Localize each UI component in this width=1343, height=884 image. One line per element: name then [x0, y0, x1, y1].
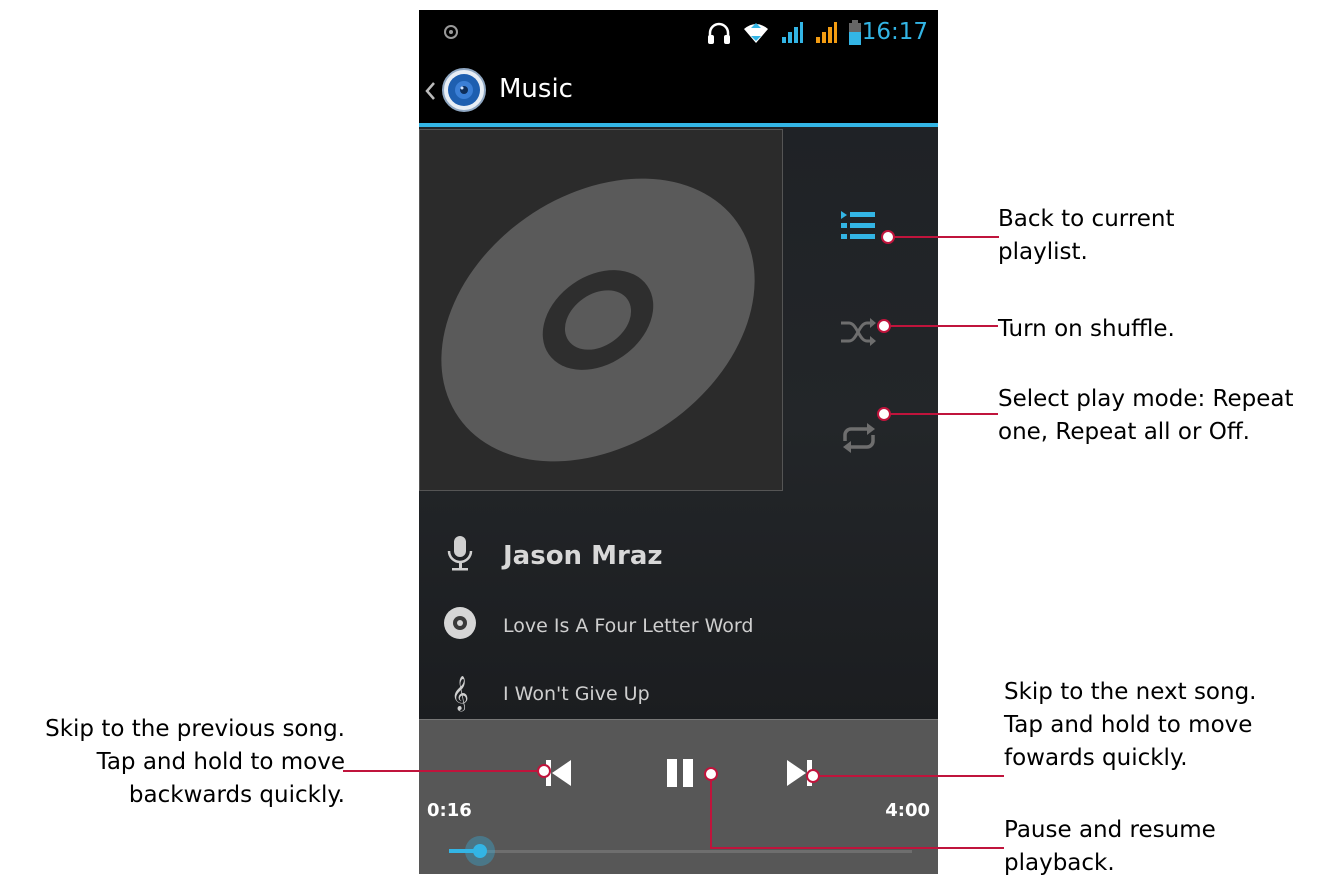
leader-dot-next: [806, 769, 820, 783]
leader-repeat: [885, 413, 998, 415]
song-name: I Won't Give Up: [503, 682, 650, 705]
callout-previous: Skip to the previous song. Tap and hold t…: [45, 716, 345, 808]
headset-icon: [706, 21, 732, 50]
leader-dot-repeat: [877, 407, 891, 421]
callout-shuffle: Turn on shuffle.: [998, 316, 1175, 342]
now-playing-content: Jason Mraz Love Is A Four Letter Word 𝄞 …: [419, 127, 938, 719]
leader-shuffle: [885, 325, 998, 327]
leader-playlist: [889, 236, 999, 238]
disc-icon: [441, 178, 755, 462]
wifi-icon: [742, 21, 770, 50]
notification-dot-icon: [443, 24, 459, 45]
elapsed-time: 0:16: [427, 800, 472, 821]
signal-2-icon: [814, 21, 838, 50]
speaker-icon[interactable]: [441, 67, 487, 118]
leader-next: [814, 775, 1004, 777]
treble-clef-icon: 𝄞: [451, 676, 469, 711]
chevron-left-icon[interactable]: [423, 81, 437, 106]
status-time: 16:17: [861, 19, 928, 45]
leader-dot-pause: [704, 767, 718, 781]
leader-dot-previous: [537, 764, 551, 778]
playback-controls: 0:16 4:00: [419, 719, 938, 874]
leader-pause-vertical: [710, 775, 712, 849]
status-bar: 16:17: [419, 10, 938, 55]
album-row: Love Is A Four Letter Word: [443, 606, 753, 645]
leader-previous: [343, 770, 545, 772]
shuffle-icon[interactable]: [839, 315, 879, 354]
callout-repeat: Select play mode: Repeat one, Repeat all …: [998, 386, 1294, 445]
callout-next: Skip to the next song. Tap and hold to mo…: [1004, 679, 1257, 771]
seek-track[interactable]: [449, 850, 912, 853]
leader-dot-playlist: [881, 230, 895, 244]
playlist-icon[interactable]: [839, 209, 879, 248]
artist-row: Jason Mraz: [443, 535, 663, 576]
leader-dot-shuffle: [877, 319, 891, 333]
callout-playlist: Back to current playlist.: [998, 206, 1175, 265]
phone-screen: 16:17 Music Jason Mraz Love Is A Four Le…: [419, 10, 938, 874]
signal-1-icon: [780, 21, 804, 50]
callout-pause: Pause and resume playback.: [1004, 817, 1216, 876]
app-title: Music: [499, 74, 573, 104]
pause-icon[interactable]: [663, 756, 697, 795]
action-bar: Music: [419, 55, 938, 123]
seek-thumb[interactable]: [464, 836, 495, 866]
battery-icon: [848, 20, 862, 51]
album-art: [419, 129, 783, 491]
album-name: Love Is A Four Letter Word: [503, 614, 754, 637]
artist-name: Jason Mraz: [503, 540, 663, 571]
repeat-icon[interactable]: [839, 421, 879, 460]
song-row: 𝄞 I Won't Give Up: [443, 676, 650, 711]
album-disc-icon: [443, 606, 477, 645]
total-time: 4:00: [885, 800, 930, 821]
microphone-icon: [443, 535, 477, 576]
leader-pause: [710, 847, 1004, 849]
